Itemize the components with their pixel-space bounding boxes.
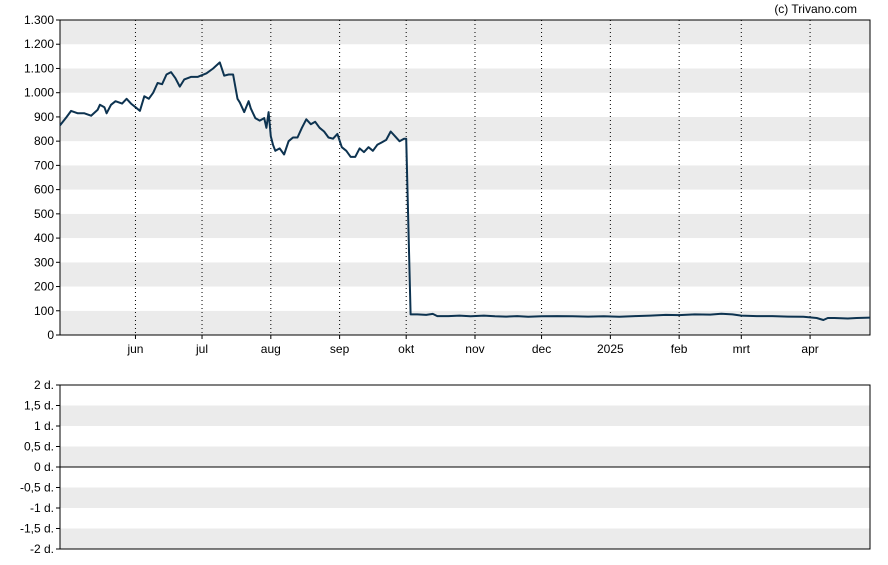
price-chart-band: [60, 141, 870, 166]
price-chart: 0 100 200 300 400 500 600 700 800 900 1.000 1.100 1.…: [24, 13, 871, 356]
y-tick-label: 300: [34, 255, 54, 269]
days-chart-band: [60, 487, 870, 508]
y-tick-label: 200: [34, 280, 54, 294]
price-chart-band: [60, 44, 870, 69]
y-tick-label: 500: [34, 207, 54, 221]
price-chart-band: [60, 286, 870, 311]
x-tick-label: 2025: [597, 342, 624, 356]
price-chart-band: [60, 20, 870, 45]
y-tick-label: 1.200: [24, 37, 54, 51]
days-chart-band: [60, 528, 870, 549]
x-tick-label: jun: [126, 342, 143, 356]
x-tick-label: mrt: [733, 342, 751, 356]
y-tick-label: -0,5 d.: [20, 481, 54, 495]
y-tick-label: 0,5 d.: [24, 440, 54, 454]
y-tick-label: 1 d.: [34, 419, 54, 433]
x-tick-label: jul: [195, 342, 208, 356]
price-chart-band: [60, 310, 870, 335]
y-tick-label: 1.300: [24, 13, 54, 27]
y-tick-label: 0: [47, 328, 54, 342]
y-tick-label: -1,5 d.: [20, 522, 54, 536]
copyright-text: (c) Trivano.com: [774, 2, 857, 16]
price-chart-bands: [60, 20, 870, 335]
y-tick-label: 800: [34, 134, 54, 148]
days-chart-band: [60, 508, 870, 529]
x-tick-label: aug: [261, 342, 281, 356]
price-chart-band: [60, 213, 870, 239]
price-chart-band: [60, 116, 870, 142]
x-tick-label: nov: [465, 342, 484, 356]
price-chart-band: [60, 238, 870, 263]
y-tick-label: 1,5 d.: [24, 399, 54, 413]
y-tick-label: 700: [34, 158, 54, 172]
days-chart-y-axis: 2 d. 1,5 d. 1 d. 0,5 d. 0 d. -0,5 d. -1 d. -1,5…: [20, 378, 60, 556]
y-tick-label: 400: [34, 231, 54, 245]
y-tick-label: -1 d.: [30, 501, 54, 515]
price-chart-band: [60, 189, 870, 214]
x-tick-label: sep: [330, 342, 350, 356]
days-chart-band: [60, 467, 870, 488]
days-chart-band: [60, 385, 870, 406]
days-chart: 2 d. 1,5 d. 1 d. 0,5 d. 0 d. -0,5 d. -1 d. -1,5…: [20, 378, 871, 556]
days-chart-band: [60, 446, 870, 467]
y-tick-label: 900: [34, 110, 54, 124]
x-tick-label: okt: [398, 342, 415, 356]
days-chart-band: [60, 405, 870, 426]
x-tick-label: feb: [671, 342, 688, 356]
y-tick-label: 100: [34, 304, 54, 318]
price-chart-band: [60, 68, 870, 93]
chart-root: (c) Trivano.com 0 100 200 300 400 500 600 700 80…: [20, 2, 871, 556]
price-chart-x-axis: jun jul aug sep okt nov dec 2025 feb mrt apr: [126, 335, 819, 356]
price-chart-band: [60, 262, 870, 287]
price-chart-y-axis: 0 100 200 300 400 500 600 700 800 900 1.000 1.100 1.…: [24, 13, 60, 342]
y-tick-label: 2 d.: [34, 378, 54, 392]
price-chart-band: [60, 165, 870, 190]
y-tick-label: 0 d.: [34, 460, 54, 474]
price-chart-band: [60, 92, 870, 117]
days-chart-band: [60, 426, 870, 447]
x-tick-label: apr: [801, 342, 818, 356]
x-tick-label: dec: [532, 342, 551, 356]
y-tick-label: 1.100: [24, 61, 54, 75]
y-tick-label: -2 d.: [30, 542, 54, 556]
y-tick-label: 1.000: [24, 86, 54, 100]
y-tick-label: 600: [34, 183, 54, 197]
